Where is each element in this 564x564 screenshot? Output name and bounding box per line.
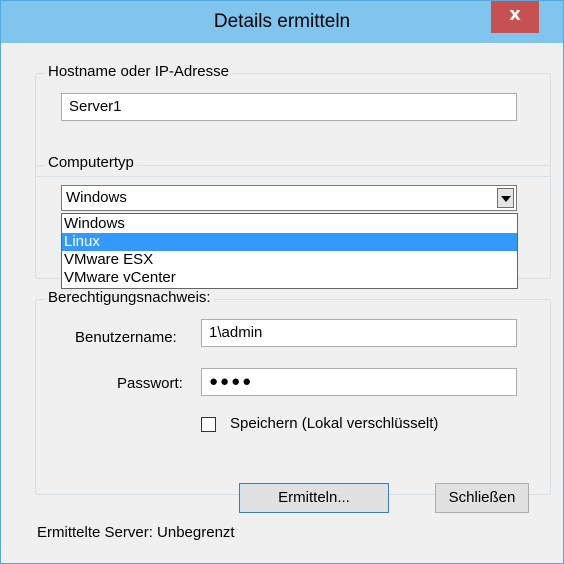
save-checkbox[interactable] [201, 417, 216, 432]
close-icon: x [509, 4, 521, 25]
option-vmware-esx[interactable]: VMware ESX [62, 251, 517, 269]
detect-button[interactable]: Ermitteln... [239, 483, 389, 513]
password-label: Passwort: [117, 375, 183, 392]
dialog-window: Details ermitteln x Hostname oder IP-Adr… [0, 0, 564, 564]
title-bar[interactable]: Details ermitteln x [1, 1, 563, 43]
computer-type-selected: Windows [66, 189, 127, 206]
hostname-legend: Hostname oder IP-Adresse [45, 63, 232, 80]
username-input[interactable]: 1\admin [201, 319, 517, 347]
close-dialog-button[interactable]: Schließen [435, 483, 529, 513]
status-text: Ermittelte Server: Unbegrenzt [37, 524, 235, 541]
hostname-input[interactable]: Server1 [61, 93, 517, 121]
option-vmware-vcenter[interactable]: VMware vCenter [62, 269, 517, 287]
dialog-title: Details ermitteln [213, 11, 351, 32]
password-input[interactable]: ●●●● [201, 368, 517, 396]
close-button[interactable]: x [491, 1, 539, 33]
dialog-body: Hostname oder IP-Adresse Server1 Compute… [7, 43, 557, 557]
username-label: Benutzername: [75, 329, 177, 346]
computer-type-dropdown: Windows Linux VMware ESX VMware vCenter [61, 213, 518, 289]
option-linux[interactable]: Linux [62, 233, 517, 251]
option-windows[interactable]: Windows [62, 215, 517, 233]
computer-type-legend: Computertyp [45, 154, 137, 171]
chevron-down-icon [501, 196, 511, 202]
credentials-legend: Berechtigungsnachweis: [45, 289, 214, 306]
computer-type-select[interactable]: Windows [61, 185, 517, 211]
dropdown-button[interactable] [497, 188, 514, 208]
save-checkbox-label[interactable]: Speichern (Lokal verschlüsselt) [230, 415, 438, 432]
